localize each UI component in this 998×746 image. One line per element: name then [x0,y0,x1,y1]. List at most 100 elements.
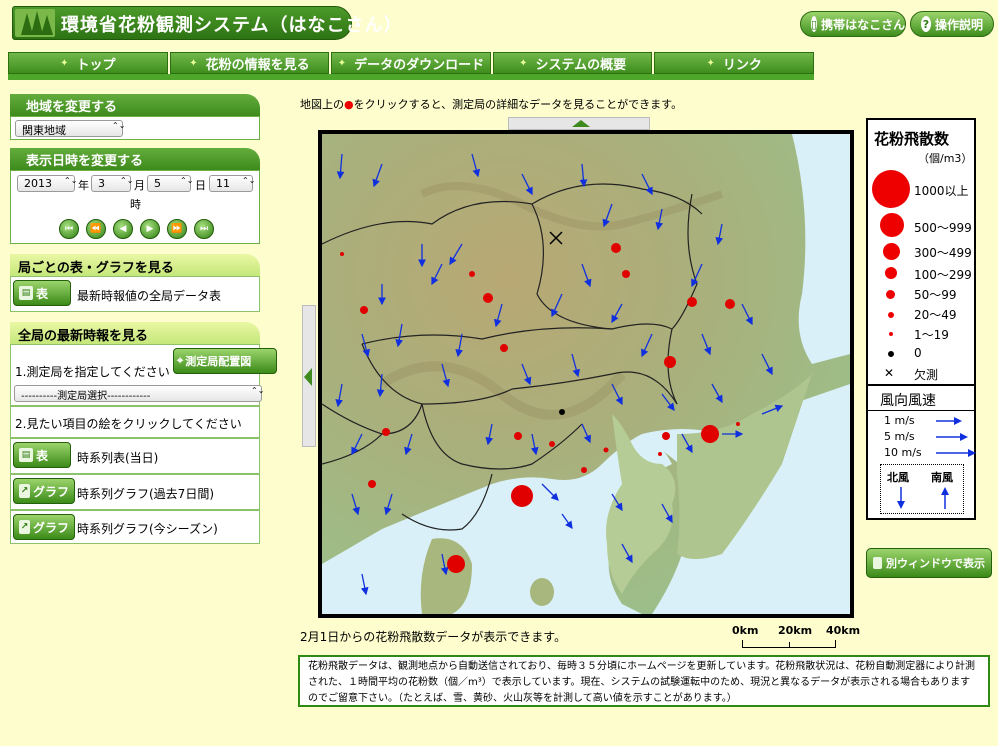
pollen-dot [662,432,670,440]
timeseries-table-button[interactable]: ▤ 表 [13,442,71,468]
legend-dot-100 [885,267,897,279]
pollen-dot [664,356,676,368]
region-title: 地域を変更する [10,94,260,116]
time-controls: ⏮ ⏪ ◀ ▶ ⏩ ⏭ [59,219,214,239]
direction-box: 北風 南風 [880,464,964,514]
prev-icon[interactable]: ◀ [113,219,133,239]
sparkle-icon: ✦ [706,57,715,69]
step1-label: 1.測定局を指定してください [15,365,170,379]
station-table-row: ▤ 表 最新時報値の全局データ表 [10,276,260,312]
pollen-dot [603,447,609,453]
pollen-map[interactable] [318,130,854,618]
pollen-dot [382,428,390,436]
pollen-dot [581,467,587,473]
day-select[interactable]: 5 [147,175,191,192]
tab-links[interactable]: ✦ リンク [654,52,814,74]
sparkle-icon: ✦ [519,57,528,69]
hour-select[interactable]: 11 [209,175,253,192]
scale-label: 0km [732,624,759,637]
fast-forward-icon[interactable]: ⏩ [167,219,187,239]
south-wind-label: 南風 [931,471,953,484]
legend-dot-1000 [872,170,910,208]
latest-title: 全局の最新時報を見る [10,322,260,344]
timeseries-week-button[interactable]: ↗ グラフ [13,478,75,504]
wind-title: 風向風速 [880,393,936,409]
tab-overview[interactable]: ✦ システムの概要 [492,52,653,74]
timeseries-season-row: ↗ グラフ 時系列グラフ(今シーズン) [10,510,260,544]
tab-pollen-info[interactable]: ✦ 花粉の情報を見る [169,52,330,74]
hour-unit: 時 [130,198,141,211]
legend-dot-1 [889,332,893,336]
site-title: 環境省花粉観測システム（はなこさん） [61,15,403,36]
timeseries-season-button[interactable]: ↗ グラフ [13,514,75,540]
timeseries-table-row: ▤ 表 時系列表(当日) [10,438,260,474]
table-icon: ▤ [19,448,33,462]
legend-dot-zero [888,351,894,357]
pollen-dot [447,555,465,573]
sparkle-icon: ✦ [189,57,198,69]
first-icon[interactable]: ⏮ [59,219,79,239]
month-unit: 月 [134,179,145,192]
legend-dot-500 [880,213,904,237]
map-canvas [322,134,850,614]
mobile-hanako-button[interactable]: ▯ 携帯はなこさん [800,11,906,37]
tab-download[interactable]: ✦ データのダウンロード [331,52,491,74]
pollen-dot [611,243,621,253]
rewind-icon[interactable]: ⏪ [86,219,106,239]
play-icon[interactable]: ▶ [140,219,160,239]
station-table-button[interactable]: ▤ 表 [13,280,71,306]
day-unit: 日 [195,179,206,192]
datetime-panel: 2013 年 3 月 5 日 11 時 ⏮ ⏪ ◀ ▶ ⏩ ⏭ [10,170,260,244]
last-icon[interactable]: ⏭ [194,219,214,239]
site-logo[interactable]: 環境省花粉観測システム（はなこさん） [12,6,401,40]
pollen-dot [340,252,344,256]
sparkle-icon: ✦ [337,57,347,69]
missing-icon: ✕ [884,366,895,380]
popup-window-button[interactable]: 別ウィンドウで表示 [866,548,992,578]
legend-dot-300 [883,243,900,260]
station-table-text: 最新時報値の全局データ表 [77,289,222,303]
timeseries-table-text: 時系列表(当日) [77,451,159,465]
timeseries-week-text: 時系列グラフ(過去7日間) [77,487,214,501]
pollen-dot [736,422,740,426]
pollen-dot [622,270,630,278]
region-panel: 関東地域 [10,116,260,140]
pollen-legend: 花粉飛散数 （個/m3） 1000以上 500〜999 300〜499 100〜… [866,118,976,386]
mobile-phone-icon: ▯ [811,16,818,32]
map-icon: ⌖ [177,354,184,367]
arrow-left-icon [304,368,312,386]
legend-dot-20 [888,312,894,318]
station-map-button[interactable]: ⌖ 測定局配置図 [173,348,277,374]
legend-dot-50 [886,290,895,299]
north-wind-label: 北風 [887,471,909,484]
pollen-dot [360,306,368,314]
help-button[interactable]: ? 操作説明 [910,11,994,37]
station-select[interactable]: ----------測定局選択------------ [14,385,262,402]
data-range-note: 2月1日からの花粉飛散数データが表示できます。 [300,630,567,644]
window-icon [873,557,882,569]
year-unit: 年 [78,179,89,192]
nav-underline [8,74,814,80]
red-dot-icon: ● [344,98,354,111]
legend-title: 花粉飛散数 [874,130,950,148]
pollen-dot [658,452,662,456]
arrow-up-icon [941,487,949,509]
pollen-dot [469,271,475,277]
scale-tick [789,642,790,648]
legend-unit: （個/m3） [918,152,973,165]
region-select[interactable]: 関東地域 [15,120,123,137]
station-table-title: 局ごとの表・グラフを見る [10,254,260,276]
scale-label: 20km [778,624,813,637]
pollen-dot [368,480,376,488]
month-select[interactable]: 3 [91,175,131,192]
pollen-dot [500,344,508,352]
pollen-dot [701,425,719,443]
question-icon: ? [921,16,931,32]
tab-top[interactable]: ✦ トップ [8,52,168,74]
step2-row: 2.見たい項目の絵をクリックしてください [10,406,260,438]
year-select[interactable]: 2013 [17,175,75,192]
arrow-down-icon [897,487,905,509]
arrow-up-icon [572,120,590,127]
graph-icon: ↗ [19,484,30,498]
pollen-dot [687,297,697,307]
